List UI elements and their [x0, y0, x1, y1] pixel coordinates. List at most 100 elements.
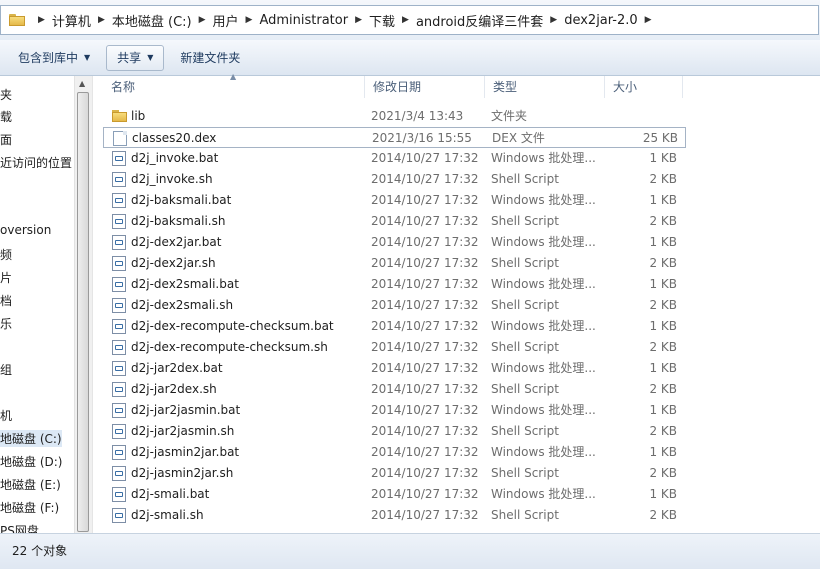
- file-name: d2j-jasmin2jar.sh: [131, 466, 234, 480]
- file-date: 2014/10/27 17:32: [371, 214, 479, 228]
- command-toolbar: 包含到库中 ▼ 共享 ▼ 新建文件夹: [0, 40, 820, 76]
- file-name: d2j-smali.sh: [131, 508, 204, 522]
- file-row[interactable]: d2j-baksmali.sh 2014/10/27 17:32 Shell Scr…: [103, 211, 686, 232]
- column-header-size-label: 大小: [613, 80, 638, 94]
- nav-item[interactable]: 地磁盘 (E:): [0, 476, 61, 493]
- file-name: d2j-dex2jar.sh: [131, 256, 216, 270]
- script-icon: [112, 424, 126, 439]
- nav-item[interactable]: 夹: [0, 86, 12, 103]
- nav-item[interactable]: 频: [0, 246, 12, 263]
- breadcrumb-separator-icon[interactable]: ▶: [38, 15, 45, 25]
- file-size: 1 KB: [649, 235, 677, 249]
- nav-item[interactable]: PS网盘: [0, 522, 39, 533]
- nav-scrollbar[interactable]: ▲: [74, 76, 92, 533]
- nav-item[interactable]: 片: [0, 269, 12, 286]
- breadcrumb-separator-icon[interactable]: ▶: [246, 15, 253, 25]
- file-date: 2014/10/27 17:32: [371, 340, 479, 354]
- breadcrumb-item[interactable]: Administrator: [259, 13, 348, 28]
- file-size: 2 KB: [649, 298, 677, 312]
- breadcrumb-separator-icon[interactable]: ▶: [645, 15, 652, 25]
- item-count: 22 个对象: [12, 544, 68, 558]
- file-name: d2j-dex2smali.bat: [131, 277, 239, 291]
- nav-item[interactable]: 载: [0, 108, 12, 125]
- column-header-date[interactable]: 修改日期: [365, 76, 485, 98]
- file-type: Shell Script: [491, 382, 559, 396]
- file-date: 2014/10/27 17:32: [371, 319, 479, 333]
- file-date: 2014/10/27 17:32: [371, 487, 479, 501]
- nav-item[interactable]: 地磁盘 (F:): [0, 499, 59, 516]
- file-name: d2j-jasmin2jar.bat: [131, 445, 240, 459]
- file-row[interactable]: d2j_invoke.bat 2014/10/27 17:32 Windows 批处…: [103, 148, 686, 169]
- script-icon: [112, 403, 126, 418]
- breadcrumb-item[interactable]: 计算机: [52, 11, 91, 30]
- pane-divider[interactable]: [92, 76, 93, 533]
- file-row[interactable]: d2j-jasmin2jar.sh 2014/10/27 17:32 Shell S…: [103, 463, 686, 484]
- file-name: d2j_invoke.bat: [131, 151, 219, 165]
- breadcrumb-item[interactable]: 用户: [213, 11, 239, 30]
- file-row[interactable]: d2j-jar2dex.sh 2014/10/27 17:32 Shell Scri…: [103, 379, 686, 400]
- script-icon: [112, 319, 126, 334]
- address-bar[interactable]: ▶ 计算机 ▶ 本地磁盘 (C:) ▶ 用户 ▶ Administrator ▶ 下载 ▶ andro…: [0, 5, 819, 35]
- file-row[interactable]: d2j-dex2smali.sh 2014/10/27 17:32 Shell Sc…: [103, 295, 686, 316]
- file-date: 2021/3/4 13:43: [371, 109, 464, 123]
- include-in-library-button[interactable]: 包含到库中 ▼: [8, 46, 100, 70]
- breadcrumb-separator-icon[interactable]: ▶: [98, 15, 105, 25]
- file-row[interactable]: classes20.dex 2021/3/16 15:55 DEX 文件 25 KB: [103, 127, 686, 148]
- scroll-up-arrow-icon[interactable]: ▲: [79, 79, 85, 88]
- file-date: 2014/10/27 17:32: [371, 256, 479, 270]
- nav-item[interactable]: 乐: [0, 315, 12, 332]
- share-label: 共享: [117, 51, 142, 65]
- new-folder-button[interactable]: 新建文件夹: [170, 46, 250, 70]
- share-button[interactable]: 共享 ▼: [106, 44, 165, 71]
- file-row[interactable]: d2j-jar2jasmin.bat 2014/10/27 17:32 Window…: [103, 400, 686, 421]
- breadcrumb-item[interactable]: 本地磁盘 (C:): [112, 11, 192, 30]
- file-row[interactable]: d2j-dex2smali.bat 2014/10/27 17:32 Windows…: [103, 274, 686, 295]
- nav-item[interactable]: 近访问的位置: [0, 154, 72, 171]
- file-row[interactable]: d2j-dex-recompute-checksum.bat 2014/10/27…: [103, 316, 686, 337]
- file-type: Shell Script: [491, 466, 559, 480]
- breadcrumb-separator-icon[interactable]: ▶: [550, 15, 557, 25]
- nav-item[interactable]: oversion: [0, 223, 51, 237]
- file-size: [611, 106, 677, 127]
- file-row[interactable]: d2j_invoke.sh 2014/10/27 17:32 Shell Scrip…: [103, 169, 686, 190]
- dropdown-arrow-icon: ▼: [147, 53, 154, 62]
- file-row[interactable]: d2j-baksmali.bat 2014/10/27 17:32 Windows …: [103, 190, 686, 211]
- file-row[interactable]: lib 2021/3/4 13:43 文件夹: [103, 106, 686, 127]
- file-type: Windows 批处理...: [491, 151, 596, 165]
- breadcrumb-separator-icon[interactable]: ▶: [355, 15, 362, 25]
- script-icon: [112, 361, 126, 376]
- nav-item[interactable]: 机: [0, 407, 12, 424]
- file-row[interactable]: d2j-smali.sh 2014/10/27 17:32 Shell Script…: [103, 505, 686, 526]
- breadcrumb-separator-icon[interactable]: ▶: [402, 15, 409, 25]
- file-size: 1 KB: [649, 361, 677, 375]
- file-row[interactable]: d2j-dex-recompute-checksum.sh 2014/10/27 …: [103, 337, 686, 358]
- file-row[interactable]: d2j-jasmin2jar.bat 2014/10/27 17:32 Window…: [103, 442, 686, 463]
- nav-item[interactable]: 组: [0, 361, 12, 378]
- breadcrumb-item[interactable]: android反编译三件套: [416, 11, 543, 30]
- nav-item[interactable]: 面: [0, 131, 12, 148]
- column-header-size[interactable]: 大小: [605, 76, 683, 98]
- nav-scrollbar-thumb[interactable]: [77, 92, 89, 532]
- file-date: 2014/10/27 17:32: [371, 172, 479, 186]
- file-size: 2 KB: [649, 214, 677, 228]
- nav-item[interactable]: 地磁盘 (D:): [0, 453, 62, 470]
- script-icon: [112, 172, 126, 187]
- script-icon: [112, 256, 126, 271]
- nav-item[interactable]: 档: [0, 292, 12, 309]
- column-header-type[interactable]: 类型: [485, 76, 605, 98]
- nav-item[interactable]: 地磁盘 (C:): [0, 430, 62, 447]
- file-type: Shell Script: [491, 298, 559, 312]
- file-row[interactable]: d2j-jar2jasmin.sh 2014/10/27 17:32 Shell S…: [103, 421, 686, 442]
- file-type: 文件夹: [491, 109, 528, 123]
- file-name: d2j-jar2jasmin.sh: [131, 424, 235, 438]
- file-row[interactable]: d2j-dex2jar.sh 2014/10/27 17:32 Shell Scri…: [103, 253, 686, 274]
- file-type: Shell Script: [491, 256, 559, 270]
- file-row[interactable]: d2j-smali.bat 2014/10/27 17:32 Windows 批处理…: [103, 484, 686, 505]
- breadcrumb-item[interactable]: 下载: [369, 11, 395, 30]
- file-type: Shell Script: [491, 424, 559, 438]
- file-row[interactable]: d2j-dex2jar.bat 2014/10/27 17:32 Windows 批…: [103, 232, 686, 253]
- breadcrumb-separator-icon[interactable]: ▶: [199, 15, 206, 25]
- file-type: Windows 批处理...: [491, 361, 596, 375]
- breadcrumb-item[interactable]: dex2jar-2.0: [564, 13, 637, 28]
- file-row[interactable]: d2j-jar2dex.bat 2014/10/27 17:32 Windows 批…: [103, 358, 686, 379]
